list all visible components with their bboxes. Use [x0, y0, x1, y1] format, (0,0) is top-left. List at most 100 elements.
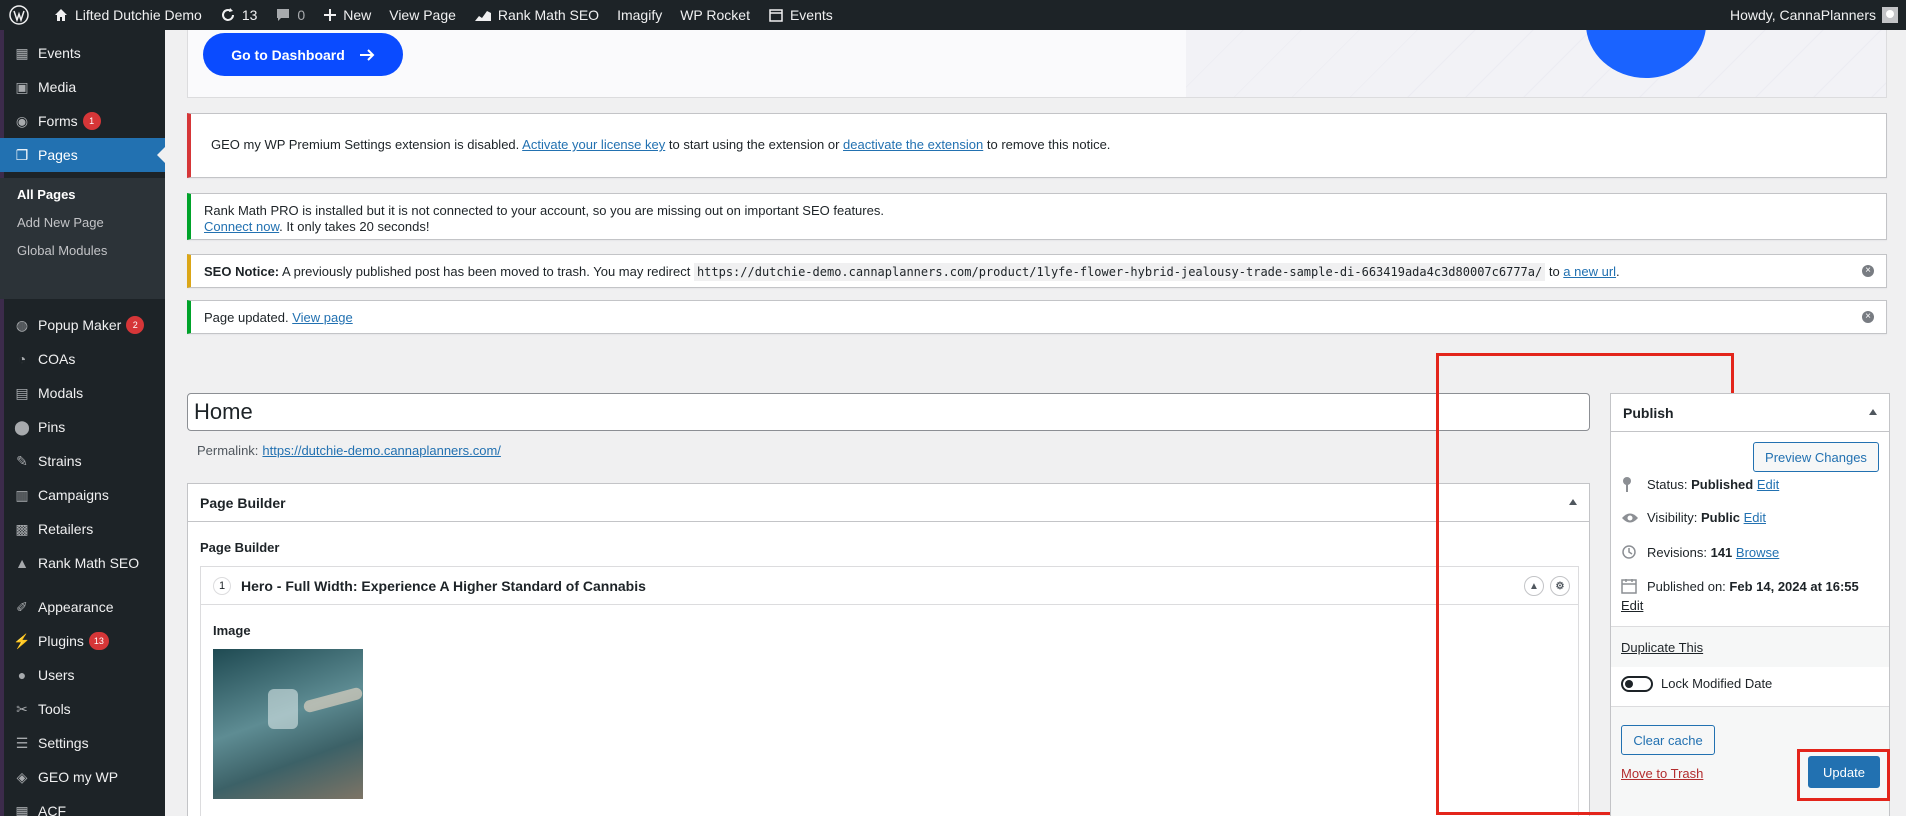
comments-link[interactable]: 0 — [266, 0, 314, 30]
preview-changes-label: Preview Changes — [1765, 449, 1867, 465]
dismiss-updated-notice-icon[interactable]: × — [1862, 311, 1874, 323]
edit-visibility-link[interactable]: Edit — [1744, 510, 1766, 525]
image-field-label: Image — [213, 623, 251, 638]
pin-icon: ⬤ — [14, 418, 30, 435]
submenu-all-pages[interactable]: All Pages — [17, 187, 76, 202]
sidebar-item-coas[interactable]: ◔ COAs — [0, 342, 165, 376]
clear-cache-button[interactable]: Clear cache — [1621, 725, 1715, 755]
edit-status-link[interactable]: Edit — [1757, 477, 1779, 492]
geo-license-notice: GEO my WP Premium Settings extension is … — [187, 113, 1887, 178]
sidebar-item-label: GEO my WP — [38, 769, 119, 785]
campaigns-icon: ▥ — [15, 486, 29, 503]
trashed-post-url: https://dutchie-demo.cannaplanners.com/p… — [693, 263, 1546, 281]
sidebar-item-plugins[interactable]: ⚡ Plugins 13 — [0, 624, 165, 658]
layout-header[interactable]: 1 Hero - Full Width: Experience A Higher… — [201, 567, 1578, 605]
connect-now-link[interactable]: Connect now — [204, 219, 279, 234]
sidebar-item-geo-my-wp[interactable]: ◈ GEO my WP — [0, 760, 165, 794]
new-content-link[interactable]: New — [314, 0, 380, 30]
sidebar-item-tools[interactable]: ✂ Tools — [0, 692, 165, 726]
published-on-row: Published on: Feb 14, 2024 at 16:55 — [1621, 578, 1859, 594]
go-to-dashboard-button[interactable]: Go to Dashboard — [203, 33, 403, 76]
count-badge: 13 — [88, 632, 109, 650]
plus-icon — [324, 9, 337, 21]
dismiss-seo-notice-icon[interactable]: × — [1862, 265, 1874, 277]
edit-date-link[interactable]: Edit — [1621, 598, 1643, 613]
pages-submenu: All Pages Add New Page Global Modules — [0, 178, 165, 299]
sidebar-item-campaigns[interactable]: ▥ Campaigns — [0, 478, 165, 512]
seo-notice: SEO Notice: A previously published post … — [187, 254, 1887, 288]
update-button[interactable]: Update — [1808, 756, 1880, 788]
permalink: Permalink: https://dutchie-demo.cannaplan… — [197, 443, 501, 458]
rank-math-line-1: Rank Math PRO is installed but it is not… — [204, 203, 884, 218]
events-link[interactable]: Events — [759, 0, 842, 30]
wp-rocket-link[interactable]: WP Rocket — [671, 0, 759, 30]
wordpress-logo-icon[interactable] — [0, 0, 44, 30]
hero-image-thumbnail[interactable] — [213, 649, 363, 799]
modals-icon: ▤ — [15, 384, 29, 401]
media-icon: ▣ — [15, 78, 29, 95]
sidebar-item-forms[interactable]: ◉ Forms 1 — [0, 104, 165, 138]
site-name-link[interactable]: Lifted Dutchie Demo — [44, 0, 211, 30]
sidebar-item-label: Retailers — [38, 521, 94, 537]
activate-license-link[interactable]: Activate your license key — [522, 137, 665, 152]
submenu-global-modules[interactable]: Global Modules — [17, 243, 107, 258]
sidebar-item-label: Settings — [38, 735, 89, 751]
go-to-dashboard-label: Go to Dashboard — [231, 46, 345, 63]
geo-text-1: GEO my WP Premium Settings extension is … — [211, 137, 523, 152]
move-to-trash-link[interactable]: Move to Trash — [1621, 766, 1703, 781]
sidebar-item-modals[interactable]: ▤ Modals — [0, 376, 165, 410]
view-page-label: View Page — [389, 7, 456, 23]
sidebar-item-label: Media — [38, 79, 77, 95]
events-label: Events — [789, 7, 833, 23]
permalink-url-link[interactable]: https://dutchie-demo.cannaplanners.com/ — [262, 443, 500, 458]
sidebar-item-pins[interactable]: ⬤ Pins — [0, 410, 165, 444]
pushpin-icon: ✎ — [16, 452, 28, 469]
lock-modified-date-label: Lock Modified Date — [1661, 676, 1773, 691]
wrench-icon: ✂ — [16, 700, 28, 717]
publish-title: Publish — [1623, 404, 1674, 421]
new-url-link[interactable]: a new url — [1563, 264, 1616, 279]
page-title-input[interactable]: Home — [187, 393, 1590, 431]
preview-changes-button[interactable]: Preview Changes — [1753, 442, 1879, 472]
revisions-value: 141 — [1710, 544, 1733, 560]
admin-bar: Lifted Dutchie Demo 13 0 New View Page R… — [0, 0, 1906, 30]
imagify-link[interactable]: Imagify — [608, 0, 671, 30]
lock-modified-date-toggle[interactable] — [1621, 676, 1653, 692]
updates-link[interactable]: 13 — [211, 0, 267, 30]
sidebar-item-rank-math-seo[interactable]: ▲ Rank Math SEO — [0, 546, 165, 580]
sidebar-item-popup-maker[interactable]: ◍ Popup Maker 2 — [0, 308, 165, 342]
sidebar-item-users[interactable]: ● Users — [0, 658, 165, 692]
updates-count: 13 — [241, 7, 258, 23]
browse-revisions-link[interactable]: Browse — [1736, 545, 1779, 560]
sidebar-item-appearance[interactable]: ✐ Appearance — [0, 590, 165, 624]
update-label: Update — [1823, 764, 1865, 780]
rank-math-label: Rank Math SEO — [497, 7, 600, 23]
submenu-add-new-page[interactable]: Add New Page — [17, 215, 104, 230]
sidebar-item-events[interactable]: ▦ Events — [0, 36, 165, 70]
publish-header[interactable]: Publish — [1611, 394, 1889, 432]
sidebar-item-acf[interactable]: ▦ ACF — [0, 794, 165, 816]
view-page-link[interactable]: View Page — [380, 0, 465, 30]
permalink-label: Permalink: — [197, 443, 259, 458]
seo-text-1: A previously published post has been mov… — [279, 264, 694, 279]
status-value: Published — [1691, 476, 1754, 492]
sidebar-item-settings[interactable]: ☰ Settings — [0, 726, 165, 760]
rank-math-link[interactable]: Rank Math SEO — [465, 0, 608, 30]
page-builder-header[interactable]: Page Builder — [188, 484, 1589, 522]
collapse-arrow-icon[interactable] — [1869, 409, 1877, 415]
sidebar-item-retailers[interactable]: ▩ Retailers — [0, 512, 165, 546]
sidebar-item-pages[interactable]: ❐ Pages — [0, 138, 165, 172]
acf-icon: ▦ — [15, 802, 29, 816]
deactivate-extension-link[interactable]: deactivate the extension — [843, 137, 983, 152]
my-account-link[interactable]: Howdy, CannaPlanners — [1721, 0, 1906, 30]
view-page-link-notice[interactable]: View page — [292, 310, 352, 325]
layout-number: 1 — [213, 576, 231, 595]
rank-math-icon — [474, 11, 491, 21]
pages-icon: ❐ — [15, 146, 29, 163]
sidebar-item-label: Pages — [38, 147, 78, 163]
sidebar-item-label: Events — [38, 45, 81, 61]
duplicate-this-link[interactable]: Duplicate This — [1621, 640, 1703, 655]
calendar-icon — [1621, 578, 1639, 594]
sidebar-item-strains[interactable]: ✎ Strains — [0, 444, 165, 478]
sidebar-item-media[interactable]: ▣ Media — [0, 70, 165, 104]
